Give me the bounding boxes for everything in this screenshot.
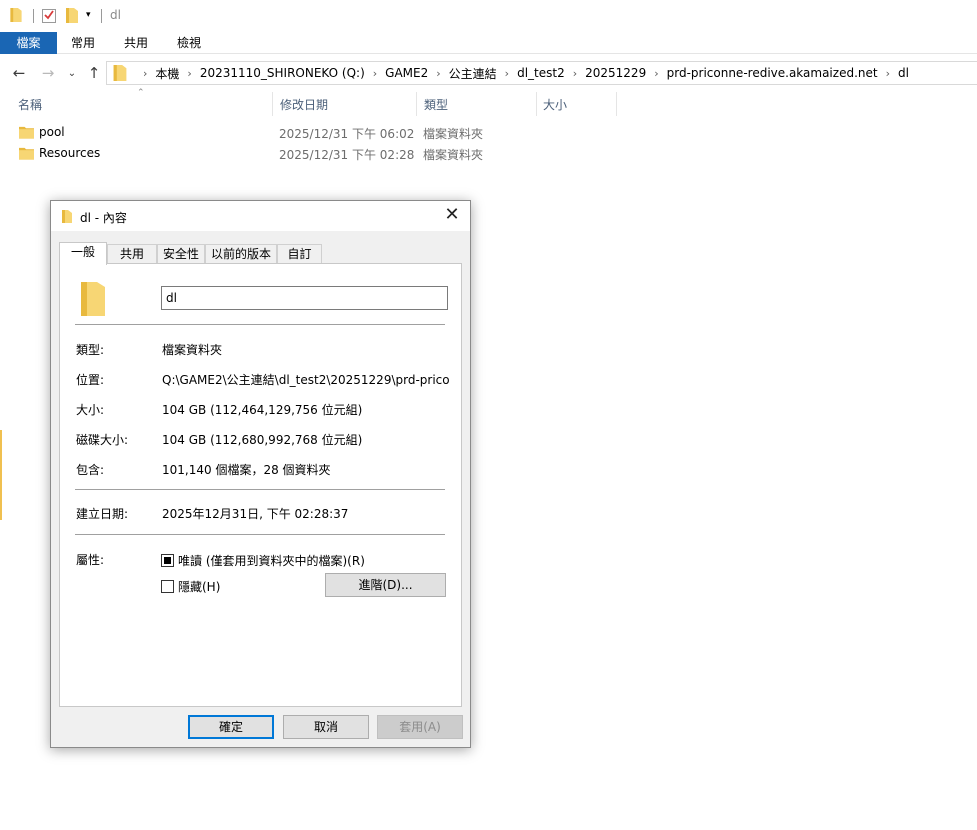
contains-label: 包含: xyxy=(76,463,105,477)
contains-value: 101,140 個檔案，28 個資料夾 xyxy=(162,463,331,477)
chevron-right-icon[interactable]: › xyxy=(436,67,440,80)
column-name[interactable]: 名稱 xyxy=(18,96,42,113)
forward-arrow-icon[interactable]: → xyxy=(39,63,57,83)
title-bar: ▾ dl xyxy=(0,0,977,32)
column-divider[interactable] xyxy=(536,92,537,116)
location-value[interactable]: Q:\GAME2\公主連結\dl_test2\20251229\prd-pric… xyxy=(162,371,450,388)
apply-button[interactable]: 套用(A) xyxy=(377,715,463,739)
tab-share[interactable]: 共用 xyxy=(113,32,159,54)
tab-view[interactable]: 檢視 xyxy=(166,32,212,54)
tab-home[interactable]: 常用 xyxy=(60,32,106,54)
advanced-button[interactable]: 進階(D)... xyxy=(325,573,446,597)
file-date: 2025/12/31 下午 02:28 xyxy=(279,148,415,162)
divider xyxy=(75,534,445,535)
chevron-right-icon[interactable]: › xyxy=(505,67,509,80)
breadcrumb-dl[interactable]: dl xyxy=(898,66,909,80)
file-date: 2025/12/31 下午 06:02 xyxy=(279,127,415,141)
navigation-bar: ← → ⌄ ↑ › 本機 › 20231110_SHIRONEKO (Q:) ›… xyxy=(0,58,977,88)
file-name: pool xyxy=(39,125,65,139)
folder-icon xyxy=(62,210,72,223)
chevron-right-icon[interactable]: › xyxy=(373,67,377,80)
cancel-button[interactable]: 取消 xyxy=(283,715,369,739)
window-title: dl xyxy=(110,8,121,22)
size-value: 104 GB (112,464,129,756 位元組) xyxy=(162,403,363,417)
readonly-checkbox[interactable] xyxy=(161,554,174,567)
column-date[interactable]: 修改日期 xyxy=(280,96,328,113)
folder-icon xyxy=(113,65,127,81)
column-divider[interactable] xyxy=(616,92,617,116)
dialog-tabs: 一般 共用 安全性 以前的版本 自訂 xyxy=(59,242,463,265)
qat-separator xyxy=(33,9,34,23)
close-icon[interactable]: ✕ xyxy=(440,205,464,227)
disk-size-label: 磁碟大小: xyxy=(76,433,129,447)
folder-icon xyxy=(81,282,105,316)
list-item[interactable]: Resources 2025/12/31 下午 02:28 檔案資料夾 xyxy=(0,143,620,164)
tab-security[interactable]: 安全性 xyxy=(157,244,205,264)
dialog-title-bar[interactable]: dl - 內容 ✕ xyxy=(51,201,470,231)
tab-file[interactable]: 檔案 xyxy=(0,32,57,54)
general-tab-panel: dl 類型: 檔案資料夾 位置: Q:\GAME2\公主連結\dl_test2\… xyxy=(59,263,462,707)
file-type: 檔案資料夾 xyxy=(423,148,484,162)
created-label: 建立日期: xyxy=(76,507,129,521)
readonly-label[interactable]: 唯讀 (僅套用到資料夾中的檔案)(R) xyxy=(178,552,365,569)
created-value: 2025年12月31日, 下午 02:28:37 xyxy=(162,507,349,521)
chevron-right-icon[interactable]: › xyxy=(654,67,658,80)
folder-icon xyxy=(19,125,34,139)
column-size[interactable]: 大小 xyxy=(543,96,567,113)
hidden-checkbox[interactable] xyxy=(161,580,174,593)
tab-customize[interactable]: 自訂 xyxy=(277,244,322,264)
column-type[interactable]: 類型 xyxy=(424,96,448,113)
file-type: 檔案資料夾 xyxy=(423,127,484,141)
breadcrumb-game2[interactable]: GAME2 xyxy=(385,66,428,80)
recent-locations-chevron-icon[interactable]: ⌄ xyxy=(63,63,81,83)
ok-button[interactable]: 確定 xyxy=(188,715,274,739)
hidden-label[interactable]: 隱藏(H) xyxy=(178,578,220,595)
column-divider[interactable] xyxy=(272,92,273,116)
type-value: 檔案資料夾 xyxy=(162,343,223,357)
size-label: 大小: xyxy=(76,403,105,417)
address-bar[interactable]: › 本機 › 20231110_SHIRONEKO (Q:) › GAME2 ›… xyxy=(106,61,977,85)
divider xyxy=(75,489,445,490)
chevron-right-icon[interactable]: › xyxy=(187,67,191,80)
folder-icon xyxy=(10,8,22,22)
breadcrumb-host[interactable]: prd-priconne-redive.akamaized.net xyxy=(667,66,878,80)
new-folder-icon[interactable] xyxy=(65,8,79,23)
breadcrumb-this-pc[interactable]: 本機 xyxy=(155,65,179,82)
file-name: Resources xyxy=(39,146,101,160)
folder-icon xyxy=(19,146,34,160)
title-separator xyxy=(101,9,102,23)
properties-dialog: dl - 內容 ✕ 一般 共用 安全性 以前的版本 自訂 dl 類型: 檔案資料… xyxy=(50,200,471,748)
column-divider[interactable] xyxy=(416,92,417,116)
chevron-right-icon[interactable]: › xyxy=(143,67,147,80)
tab-previous-versions[interactable]: 以前的版本 xyxy=(205,244,277,264)
chevron-right-icon[interactable]: › xyxy=(573,67,577,80)
sort-ascending-icon: ⌃ xyxy=(137,88,145,98)
tab-sharing[interactable]: 共用 xyxy=(107,244,157,264)
divider xyxy=(75,324,445,325)
chevron-right-icon[interactable]: › xyxy=(886,67,890,80)
type-label: 類型: xyxy=(76,343,105,357)
properties-icon[interactable] xyxy=(42,8,56,23)
breadcrumb-dl-test2[interactable]: dl_test2 xyxy=(517,66,565,80)
column-headers: ⌃ 名稱 修改日期 類型 大小 xyxy=(0,88,977,116)
up-arrow-icon[interactable]: ↑ xyxy=(85,63,103,83)
breadcrumb-20251229[interactable]: 20251229 xyxy=(585,66,646,80)
disk-size-value: 104 GB (112,680,992,768 位元組) xyxy=(162,433,363,447)
dialog-title: dl - 內容 xyxy=(80,211,127,225)
list-item[interactable]: pool 2025/12/31 下午 06:02 檔案資料夾 xyxy=(0,122,620,143)
back-arrow-icon[interactable]: ← xyxy=(10,63,28,83)
attributes-label: 屬性: xyxy=(76,553,105,567)
tab-general[interactable]: 一般 xyxy=(59,242,107,265)
breadcrumb-drive[interactable]: 20231110_SHIRONEKO (Q:) xyxy=(200,66,365,80)
location-label: 位置: xyxy=(76,373,105,387)
breadcrumb-priconne[interactable]: 公主連結 xyxy=(449,65,497,82)
folder-name-input[interactable]: dl xyxy=(161,286,448,310)
ribbon-tabs: 檔案 常用 共用 檢視 xyxy=(0,32,977,54)
qat-dropdown-icon[interactable]: ▾ xyxy=(86,10,91,20)
window-edge-accent xyxy=(0,430,2,520)
